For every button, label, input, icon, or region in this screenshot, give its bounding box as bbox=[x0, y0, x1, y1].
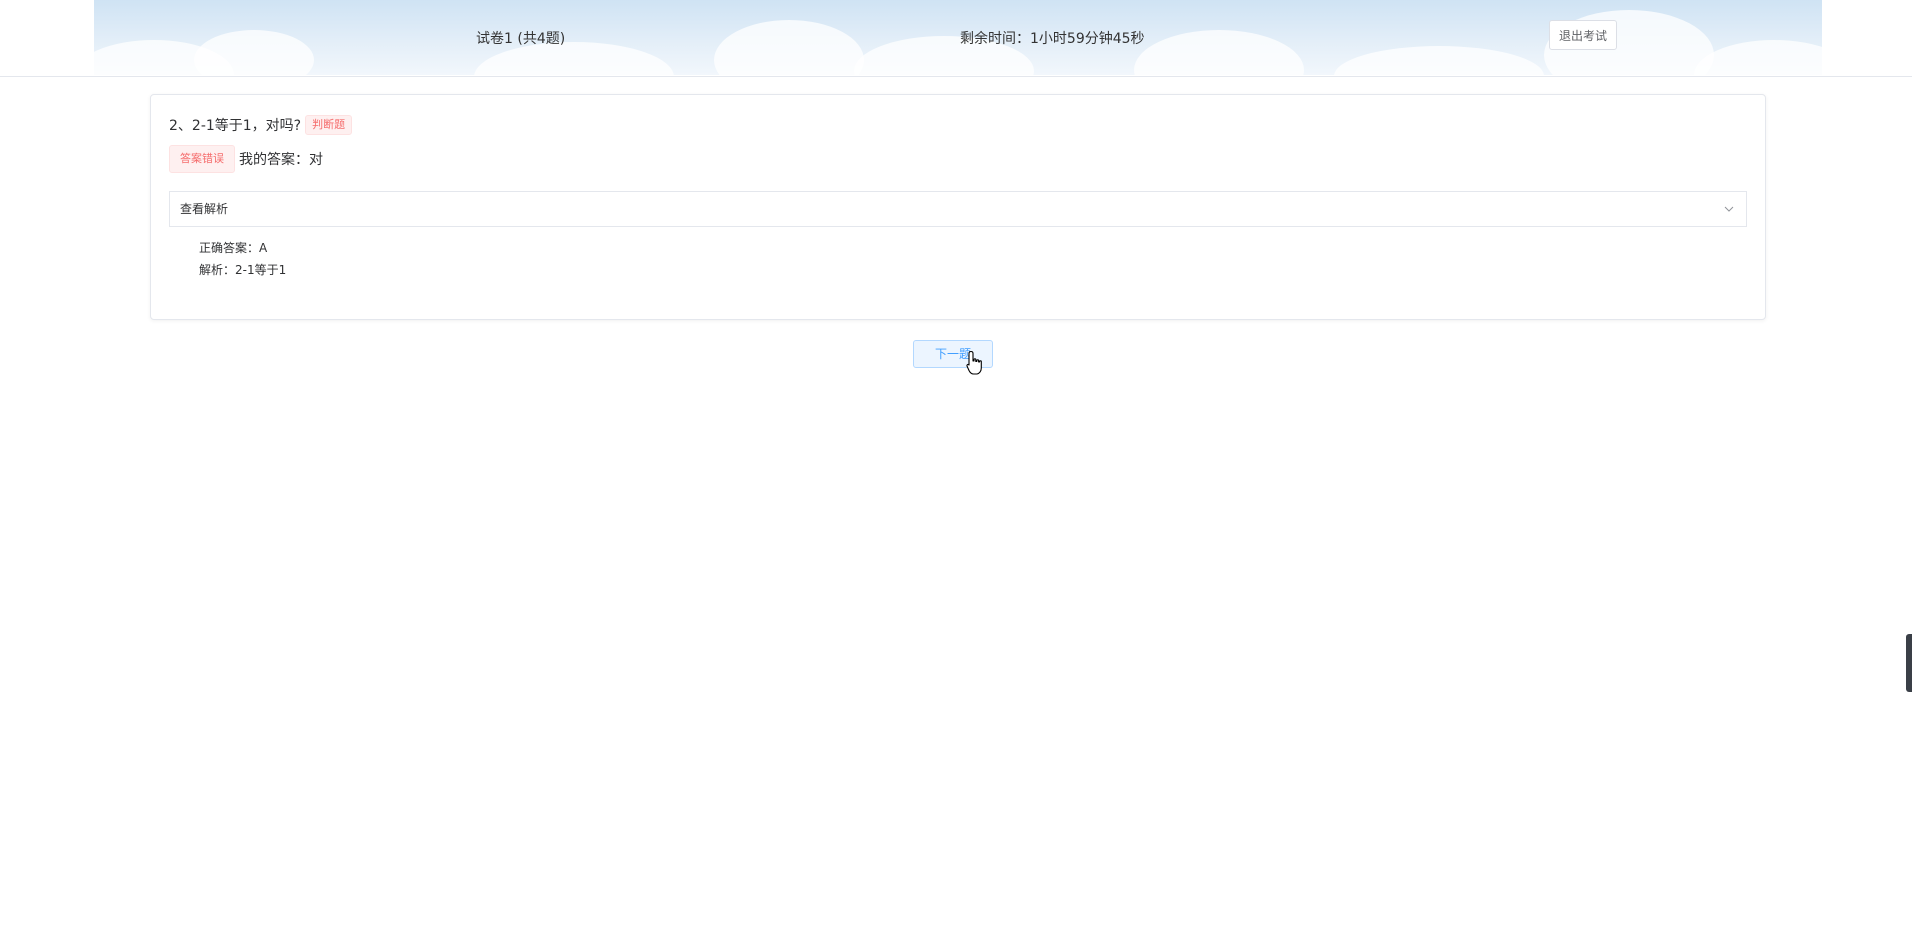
chevron-down-icon bbox=[1724, 206, 1734, 212]
cloud-decoration bbox=[714, 20, 864, 75]
remaining-time-value: 1小时59分钟45秒 bbox=[1030, 31, 1145, 47]
remaining-time-label: 剩余时间： bbox=[960, 31, 1030, 47]
header-bar: 试卷1 (共4题) 剩余时间：1小时59分钟45秒 退出考试 bbox=[0, 0, 1912, 77]
remaining-time: 剩余时间：1小时59分钟45秒 bbox=[960, 28, 1145, 48]
cloud-decoration bbox=[1334, 46, 1544, 75]
hand-pointer-cursor-icon bbox=[966, 350, 982, 375]
side-drawer-handle[interactable] bbox=[1906, 634, 1912, 692]
my-answer-value: 对 bbox=[309, 152, 323, 168]
question-line: 2、2-1等于1，对吗? 判断题 bbox=[169, 115, 353, 135]
correct-answer-label: 正确答案： bbox=[199, 241, 260, 255]
correct-answer: 正确答案：A bbox=[199, 237, 286, 259]
question-card: 2、2-1等于1，对吗? 判断题 答案错误 我的答案：对 查看解析 正确答案：A… bbox=[150, 94, 1766, 320]
explanation-value: 2-1等于1 bbox=[235, 263, 287, 277]
view-analysis-label: 查看解析 bbox=[180, 202, 229, 216]
view-analysis-toggle[interactable]: 查看解析 bbox=[169, 191, 1747, 227]
header-banner: 试卷1 (共4题) 剩余时间：1小时59分钟45秒 退出考试 bbox=[94, 0, 1822, 75]
question-text: 2、2-1等于1，对吗? bbox=[169, 118, 302, 134]
explanation: 解析：2-1等于1 bbox=[199, 259, 286, 281]
answer-row: 答案错误 我的答案：对 bbox=[169, 145, 323, 173]
cloud-decoration bbox=[194, 30, 314, 75]
cloud-decoration bbox=[1694, 40, 1822, 75]
explanation-label: 解析： bbox=[199, 263, 236, 277]
question-type-tag: 判断题 bbox=[305, 115, 353, 135]
exit-exam-button[interactable]: 退出考试 bbox=[1549, 20, 1617, 50]
correct-answer-value: A bbox=[259, 241, 268, 255]
paper-title: 试卷1 (共4题) bbox=[476, 31, 566, 47]
my-answer-label: 我的答案： bbox=[239, 152, 309, 168]
analysis-content: 正确答案：A 解析：2-1等于1 bbox=[199, 237, 286, 281]
cloud-decoration bbox=[1134, 30, 1304, 75]
answer-result-tag: 答案错误 bbox=[169, 145, 235, 173]
